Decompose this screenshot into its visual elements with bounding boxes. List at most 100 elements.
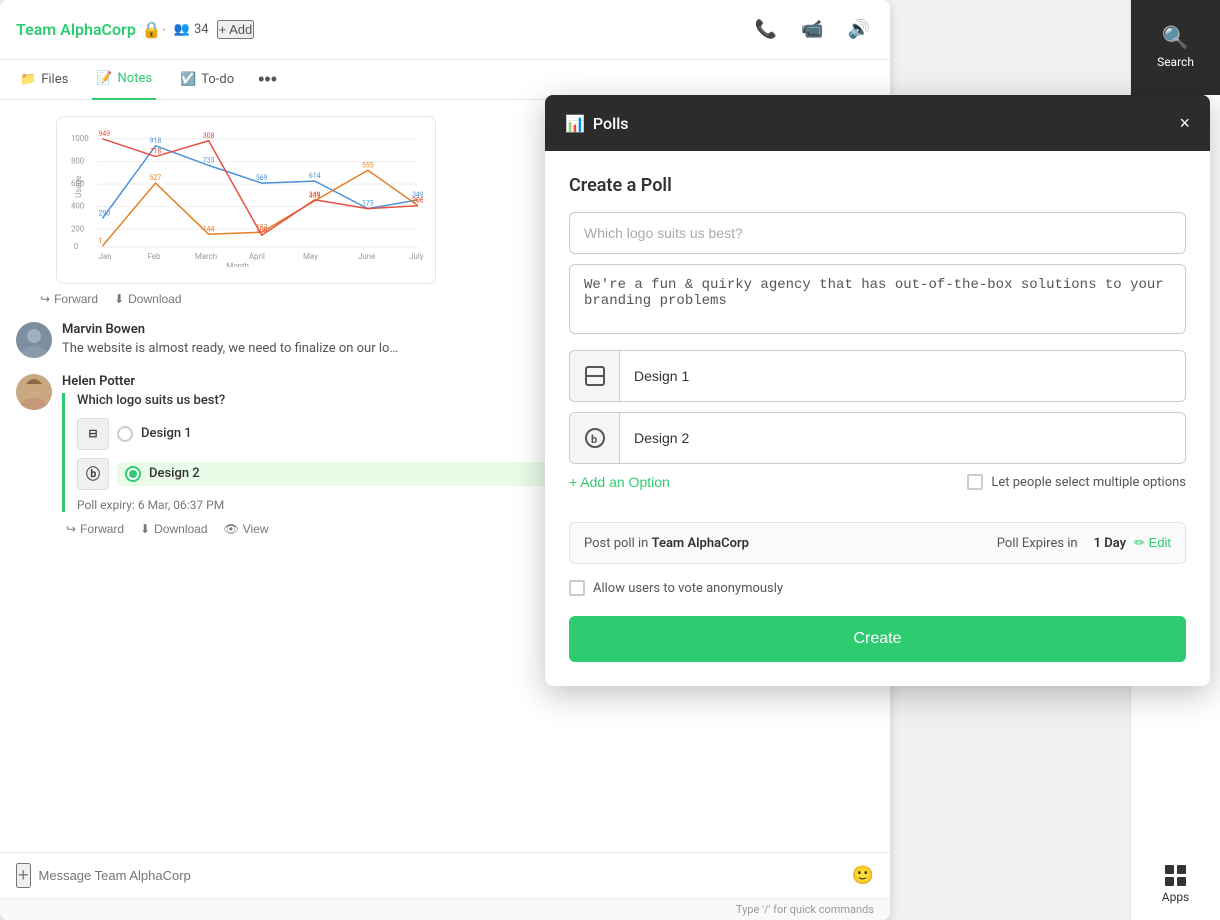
marvin-text: The website is almost ready, we need to … — [62, 341, 522, 356]
message-input-area: + 🙂 — [0, 852, 890, 898]
add-attachment-button[interactable]: + — [16, 863, 31, 888]
svg-text:400: 400 — [71, 202, 84, 211]
poll-description-input[interactable]: We're a fun & quirky agency that has out… — [569, 264, 1186, 334]
svg-text:0: 0 — [74, 242, 78, 251]
poll-option-2-logo: b — [570, 413, 620, 463]
tab-notes[interactable]: 📝 Notes — [92, 60, 156, 100]
apps-dot-1 — [1165, 865, 1174, 874]
svg-text:Usage: Usage — [74, 176, 83, 198]
view-icon: 👁 — [224, 522, 239, 536]
svg-text:527: 527 — [150, 174, 162, 182]
expires-value: 1 Day — [1094, 536, 1126, 551]
poll-question-input[interactable] — [569, 212, 1186, 254]
apps-label: Apps — [1162, 890, 1190, 904]
anonymous-checkbox[interactable] — [569, 580, 585, 596]
svg-text:March: March — [195, 252, 217, 261]
speaker-icon[interactable]: 🔊 — [844, 15, 874, 44]
expires-label: Poll Expires in — [997, 536, 1078, 551]
svg-text:b: b — [591, 433, 597, 446]
anonymous-row: Allow users to vote anonymously — [569, 580, 1186, 596]
phone-icon[interactable]: 📞 — [751, 15, 781, 44]
svg-text:Feb: Feb — [148, 252, 161, 261]
svg-text:555: 555 — [362, 161, 374, 169]
polls-close-button[interactable]: × — [1179, 113, 1190, 134]
svg-text:918: 918 — [150, 137, 162, 145]
svg-text:569: 569 — [256, 174, 268, 182]
video-icon[interactable]: 📹 — [797, 15, 827, 44]
design1-radio[interactable] — [117, 426, 133, 442]
svg-text:206: 206 — [412, 197, 423, 205]
emoji-button[interactable]: 🙂 — [852, 865, 874, 886]
svg-text:290: 290 — [99, 210, 111, 218]
design2-radio[interactable] — [125, 466, 141, 482]
more-options-button[interactable]: ••• — [258, 69, 277, 90]
svg-text:800: 800 — [71, 156, 84, 165]
poll-option-2-input[interactable] — [620, 418, 1185, 458]
poll-team-name: Team AlphaCorp — [652, 536, 749, 551]
design1-label: Design 1 — [141, 426, 192, 441]
forward-chart-button[interactable]: ↪ Forward — [40, 292, 98, 306]
files-label: Files — [41, 72, 68, 87]
search-panel[interactable]: 🔍 Search — [1131, 0, 1220, 95]
forward-poll-button[interactable]: ↪ Forward — [66, 522, 124, 536]
member-count: 34 — [194, 22, 209, 37]
design2-label: Design 2 — [149, 466, 200, 481]
todo-icon: ☑️ — [180, 72, 196, 87]
svg-text:718: 718 — [150, 148, 162, 156]
polls-title-row: 📊 Polls — [565, 114, 629, 133]
chart-container: 1000 800 600 400 200 0 — [56, 116, 436, 284]
svg-text:June: June — [358, 252, 375, 261]
svg-text:144: 144 — [203, 225, 215, 233]
view-poll-button[interactable]: 👁 View — [224, 522, 269, 536]
download-icon: ⬇ — [114, 292, 124, 306]
svg-text:614: 614 — [309, 172, 321, 180]
usage-chart: 1000 800 600 400 200 0 — [69, 129, 423, 267]
lock-icon: 🔒 — [142, 20, 162, 39]
create-poll-title: Create a Poll — [569, 175, 1186, 196]
design2-logo: ⓑ — [77, 458, 109, 490]
polls-modal: 📊 Polls × Create a Poll We're a fun & qu… — [545, 95, 1210, 686]
design1-logo: ⊟ — [77, 418, 109, 450]
svg-text:349: 349 — [309, 191, 321, 199]
message-input[interactable] — [39, 868, 844, 883]
poll-option-1-logo — [570, 351, 620, 401]
poll-option-2-input-row: b — [569, 412, 1186, 464]
search-icon: 🔍 — [1162, 26, 1189, 51]
download-poll-button[interactable]: ⬇ Download — [140, 522, 207, 536]
notes-icon: 📝 — [96, 71, 112, 86]
files-icon: 📁 — [20, 72, 36, 87]
notes-label: Notes — [118, 71, 153, 86]
apps-grid-icon — [1165, 865, 1187, 886]
search-label: Search — [1157, 55, 1194, 69]
header-actions: 📞 📹 🔊 — [751, 15, 874, 44]
polls-title: Polls — [593, 114, 629, 133]
member-info: 👥 34 — [174, 22, 209, 37]
polls-modal-header: 📊 Polls × — [545, 95, 1210, 151]
team-title: Team AlphaCorp 🔒 — [16, 20, 162, 39]
poll-post-in-info: Post poll in Team AlphaCorp — [584, 536, 749, 551]
edit-expiry-button[interactable]: ✏ Edit — [1134, 535, 1171, 551]
svg-text:949: 949 — [99, 130, 111, 138]
svg-text:733: 733 — [203, 156, 215, 164]
poll-info-row: Post poll in Team AlphaCorp Poll Expires… — [569, 522, 1186, 564]
multiple-select-checkbox[interactable] — [967, 474, 983, 490]
add-member-button[interactable]: + Add — [217, 20, 255, 39]
tab-files[interactable]: 📁 Files — [16, 60, 72, 100]
poll-expires-info: Poll Expires in 1 Day ✏ Edit — [997, 535, 1171, 551]
download-chart-button[interactable]: ⬇ Download — [114, 292, 181, 306]
marvin-avatar — [16, 322, 52, 358]
anonymous-label: Allow users to vote anonymously — [593, 581, 783, 596]
tab-todo[interactable]: ☑️ To-do — [176, 60, 238, 100]
svg-text:April: April — [249, 252, 265, 261]
apps-panel[interactable]: Apps — [1162, 865, 1190, 904]
add-option-button[interactable]: + Add an Option — [569, 474, 670, 490]
poll-option-1-input[interactable] — [620, 356, 1185, 396]
create-poll-button[interactable]: Create — [569, 616, 1186, 662]
svg-text:Month: Month — [226, 262, 249, 267]
multiple-select-label: Let people select multiple options — [991, 475, 1186, 490]
helen-avatar — [16, 374, 52, 410]
team-name: Team AlphaCorp — [16, 20, 136, 39]
forward-icon: ↪ — [40, 292, 50, 306]
svg-text:175: 175 — [362, 200, 374, 208]
svg-text:200: 200 — [71, 224, 84, 233]
